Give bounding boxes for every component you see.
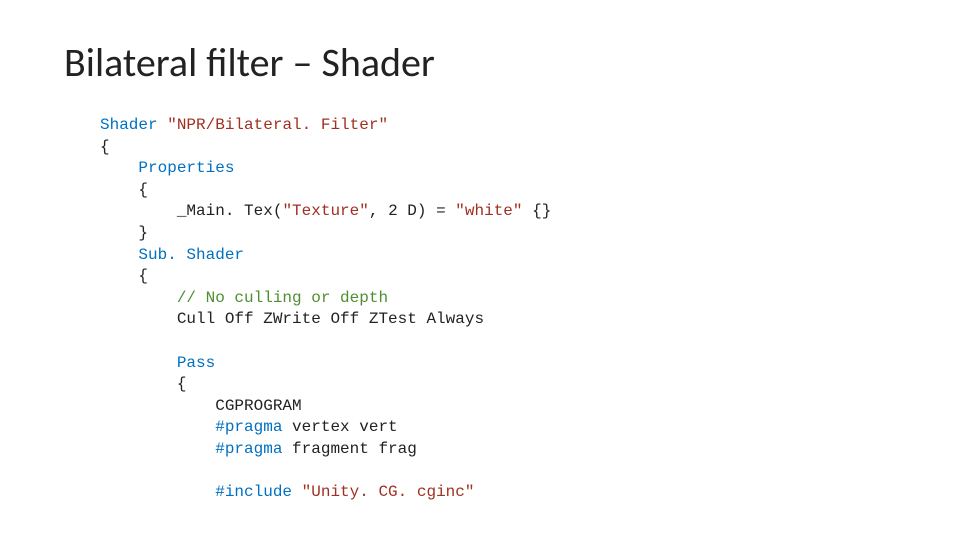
pad [100, 397, 215, 415]
maintex-a: _Main. Tex( [177, 202, 283, 220]
sp [292, 483, 302, 501]
cgprogram: CGPROGRAM [215, 397, 301, 415]
kw-pragma-vert: #pragma [215, 418, 282, 436]
str-white: "white" [455, 202, 522, 220]
pad [100, 354, 177, 372]
pad [100, 246, 138, 264]
kw-pragma-frag: #pragma [215, 440, 282, 458]
kw-shader: Shader [100, 116, 158, 134]
brace: { [100, 375, 186, 393]
str-texture: "Texture" [282, 202, 368, 220]
str-include-path: "Unity. CG. cginc" [302, 483, 475, 501]
pragma-vert-b: vertex vert [282, 418, 397, 436]
kw-properties: Properties [138, 159, 234, 177]
kw-pass: Pass [177, 354, 215, 372]
pad [100, 289, 177, 307]
cull-line: Cull Off ZWrite Off ZTest Always [177, 310, 484, 328]
shader-code: Shader "NPR/Bilateral. Filter" { Propert… [0, 87, 960, 504]
maintex-c: {} [523, 202, 552, 220]
maintex-b: , 2 D) = [369, 202, 455, 220]
pragma-frag-b: fragment frag [282, 440, 416, 458]
comment-culling: // No culling or depth [177, 289, 388, 307]
str-shader-name: "NPR/Bilateral. Filter" [167, 116, 388, 134]
sp [158, 116, 168, 134]
pad [100, 483, 215, 501]
pad [100, 202, 177, 220]
brace: } [100, 224, 148, 242]
kw-subshader: Sub. Shader [138, 246, 244, 264]
slide-title: Bilateral filter – Shader [0, 0, 960, 87]
pad [100, 159, 138, 177]
brace: { [100, 181, 148, 199]
brace: { [100, 267, 148, 285]
pad [100, 440, 215, 458]
pad [100, 310, 177, 328]
pad [100, 418, 215, 436]
brace: { [100, 138, 110, 156]
kw-include: #include [215, 483, 292, 501]
